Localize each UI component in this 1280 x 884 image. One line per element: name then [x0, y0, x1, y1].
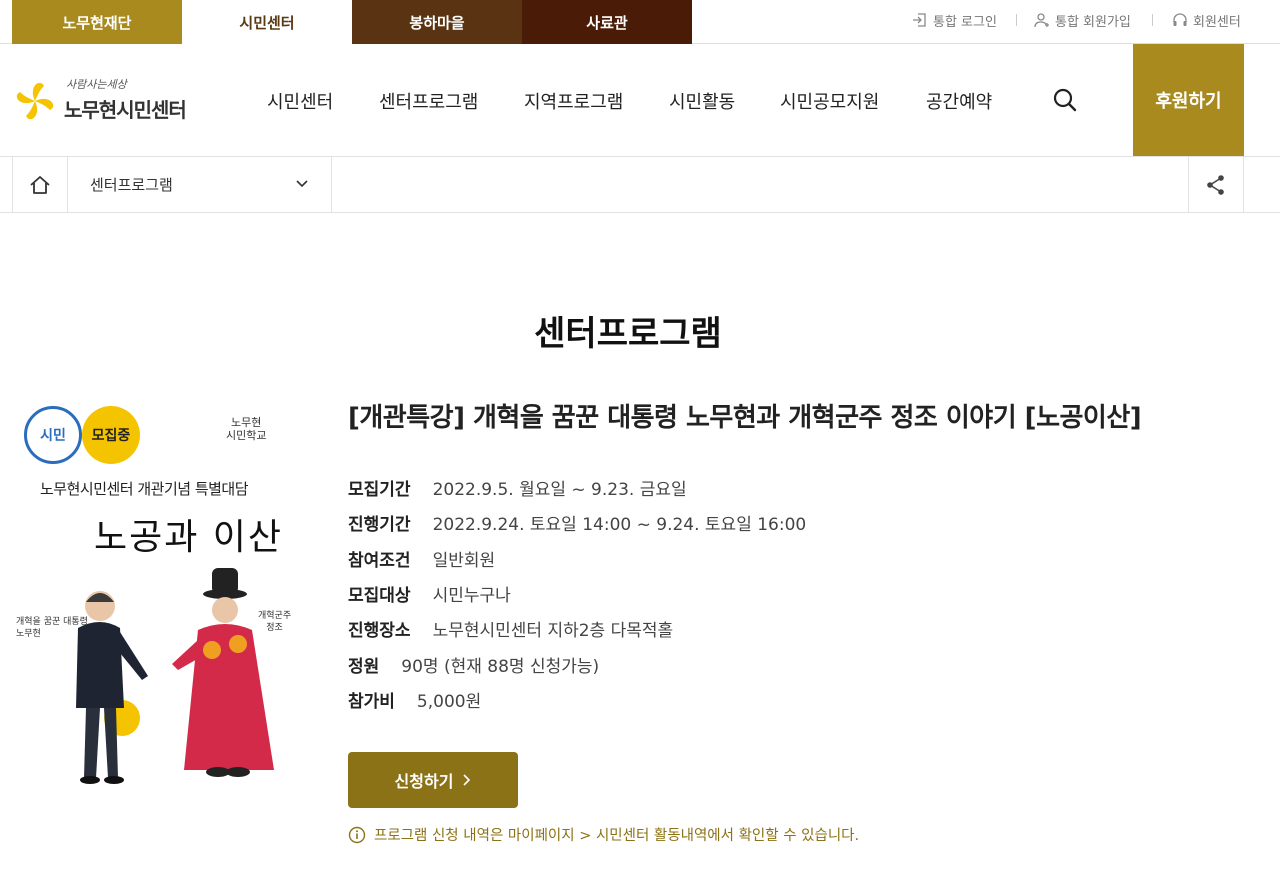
logo-tagline: 사람사는세상 [66, 78, 127, 91]
signup-link[interactable]: 통합 회원가입 [1034, 0, 1131, 40]
detail-row-condition: 참여조건 일반회원 [348, 541, 1048, 576]
recruiting-status-badge: 모집중 [82, 406, 140, 464]
info-icon [348, 826, 366, 843]
detail-label: 참여조건 [348, 550, 411, 571]
login-icon [913, 13, 926, 27]
apply-button[interactable]: 신청하기 [348, 752, 518, 808]
divider [1152, 14, 1153, 26]
site-logo[interactable]: 사람사는세상 노무현시민센터 [10, 74, 190, 130]
detail-label: 모집기간 [348, 480, 411, 501]
detail-row-recruit-period: 모집기간 2022.9.5. 월요일 ~ 9.23. 금요일 [348, 470, 1048, 505]
detail-value: 노무현시민센터 지하2층 다목적홀 [432, 621, 674, 642]
member-center-label: 회원센터 [1193, 14, 1241, 30]
divider [1016, 14, 1017, 26]
gnb-public-support[interactable]: 시민공모지원 [780, 44, 879, 157]
site-tab-foundation[interactable]: 노무현재단 [12, 0, 182, 44]
detail-label: 진행기간 [348, 515, 411, 536]
gnb-citizen-center[interactable]: 시민센터 [267, 44, 333, 157]
notice-text: 프로그램 신청 내역은 마이페이지 > 시민센터 활동내역에서 확인할 수 있습… [374, 828, 860, 844]
gnb-space-reservation[interactable]: 공간예약 [926, 44, 992, 157]
search-button[interactable] [1050, 86, 1080, 116]
login-label: 통합 로그인 [933, 14, 997, 30]
citizen-badge: 시민 [24, 406, 82, 464]
detail-row-fee: 참가비 5,000원 [348, 682, 1048, 717]
user-plus-icon [1034, 13, 1049, 28]
poster-illustration [76, 568, 274, 784]
site-tab-citizen-center[interactable]: 시민센터 [182, 0, 352, 44]
detail-label: 진행장소 [348, 621, 411, 642]
gnb-citizen-activity[interactable]: 시민활동 [669, 44, 735, 157]
detail-value: 시민누구나 [432, 586, 511, 607]
detail-value: 2022.9.5. 월요일 ~ 9.23. 금요일 [432, 480, 687, 501]
location-dropdown[interactable]: 센터프로그램 [68, 157, 332, 212]
detail-value: 일반회원 [432, 550, 496, 571]
detail-row-event-period: 진행기간 2022.9.24. 토요일 14:00 ~ 9.24. 토요일 16… [348, 505, 1048, 540]
member-center-link[interactable]: 회원센터 [1172, 0, 1241, 40]
logo-name: 노무현시민센터 [64, 98, 187, 122]
poster-title: 노공과 이산 [94, 517, 284, 558]
site-tab-bongha-village[interactable]: 봉하마을 [352, 0, 522, 44]
poster-school-label: 노무현 시민학교 [226, 416, 266, 442]
share-icon [1207, 174, 1224, 195]
detail-value: 2022.9.24. 토요일 14:00 ~ 9.24. 토요일 16:00 [432, 515, 807, 536]
chevron-right-icon [463, 774, 471, 786]
login-link[interactable]: 통합 로그인 [912, 0, 997, 40]
apply-button-label: 신청하기 [394, 772, 454, 791]
program-title: [개관특강] 개혁을 꿈꾼 대통령 노무현과 개혁군주 정조 이야기 [노공이산… [348, 403, 1142, 433]
gnb-center-program[interactable]: 센터프로그램 [379, 44, 478, 157]
donate-button[interactable]: 후원하기 [1133, 44, 1244, 156]
detail-value: 5,000원 [416, 691, 482, 712]
location-current-label: 센터프로그램 [90, 176, 173, 194]
chevron-down-icon [296, 180, 308, 188]
detail-label: 정원 [348, 656, 380, 677]
signup-label: 통합 회원가입 [1055, 14, 1131, 30]
site-top-bar: 노무현재단 시민센터 봉하마을 사료관 통합 로그인 통합 회원가입 회원센터 [0, 0, 1280, 44]
detail-row-capacity: 정원 90명 (현재 88명 신청가능) [348, 646, 1048, 681]
location-bar: 센터프로그램 [0, 157, 1280, 213]
detail-value: 90명 (현재 88명 신청가능) [401, 656, 600, 677]
gnb-regional-program[interactable]: 지역프로그램 [524, 44, 623, 157]
poster-school-line2: 시민학교 [226, 429, 267, 442]
site-tab-archives[interactable]: 사료관 [522, 0, 692, 44]
home-icon [30, 175, 50, 194]
detail-row-venue: 진행장소 노무현시민센터 지하2층 다목적홀 [348, 611, 1048, 646]
detail-label: 모집대상 [348, 586, 411, 607]
share-button[interactable] [1188, 157, 1244, 212]
detail-row-target: 모집대상 시민누구나 [348, 576, 1048, 611]
home-button[interactable] [12, 157, 68, 212]
search-icon [1053, 88, 1077, 112]
pinwheel-logo-icon [16, 82, 54, 120]
program-poster: 시민 모집중 노무현 시민학교 노무현시민센터 개관기념 특별대담 노공과 이산… [12, 398, 302, 798]
main-header: 사람사는세상 노무현시민센터 시민센터 센터프로그램 지역프로그램 시민활동 시… [0, 44, 1280, 157]
headset-icon [1173, 13, 1187, 26]
program-details: 모집기간 2022.9.5. 월요일 ~ 9.23. 금요일 진행기간 2022… [348, 470, 1048, 717]
detail-label: 참가비 [348, 691, 395, 712]
application-notice: 프로그램 신청 내역은 마이페이지 > 시민센터 활동내역에서 확인할 수 있습… [348, 824, 859, 845]
poster-school-line1: 노무현 [231, 416, 262, 429]
poster-headline: 노무현시민센터 개관기념 특별대담 [40, 480, 249, 498]
page-title: 센터프로그램 [534, 314, 722, 354]
